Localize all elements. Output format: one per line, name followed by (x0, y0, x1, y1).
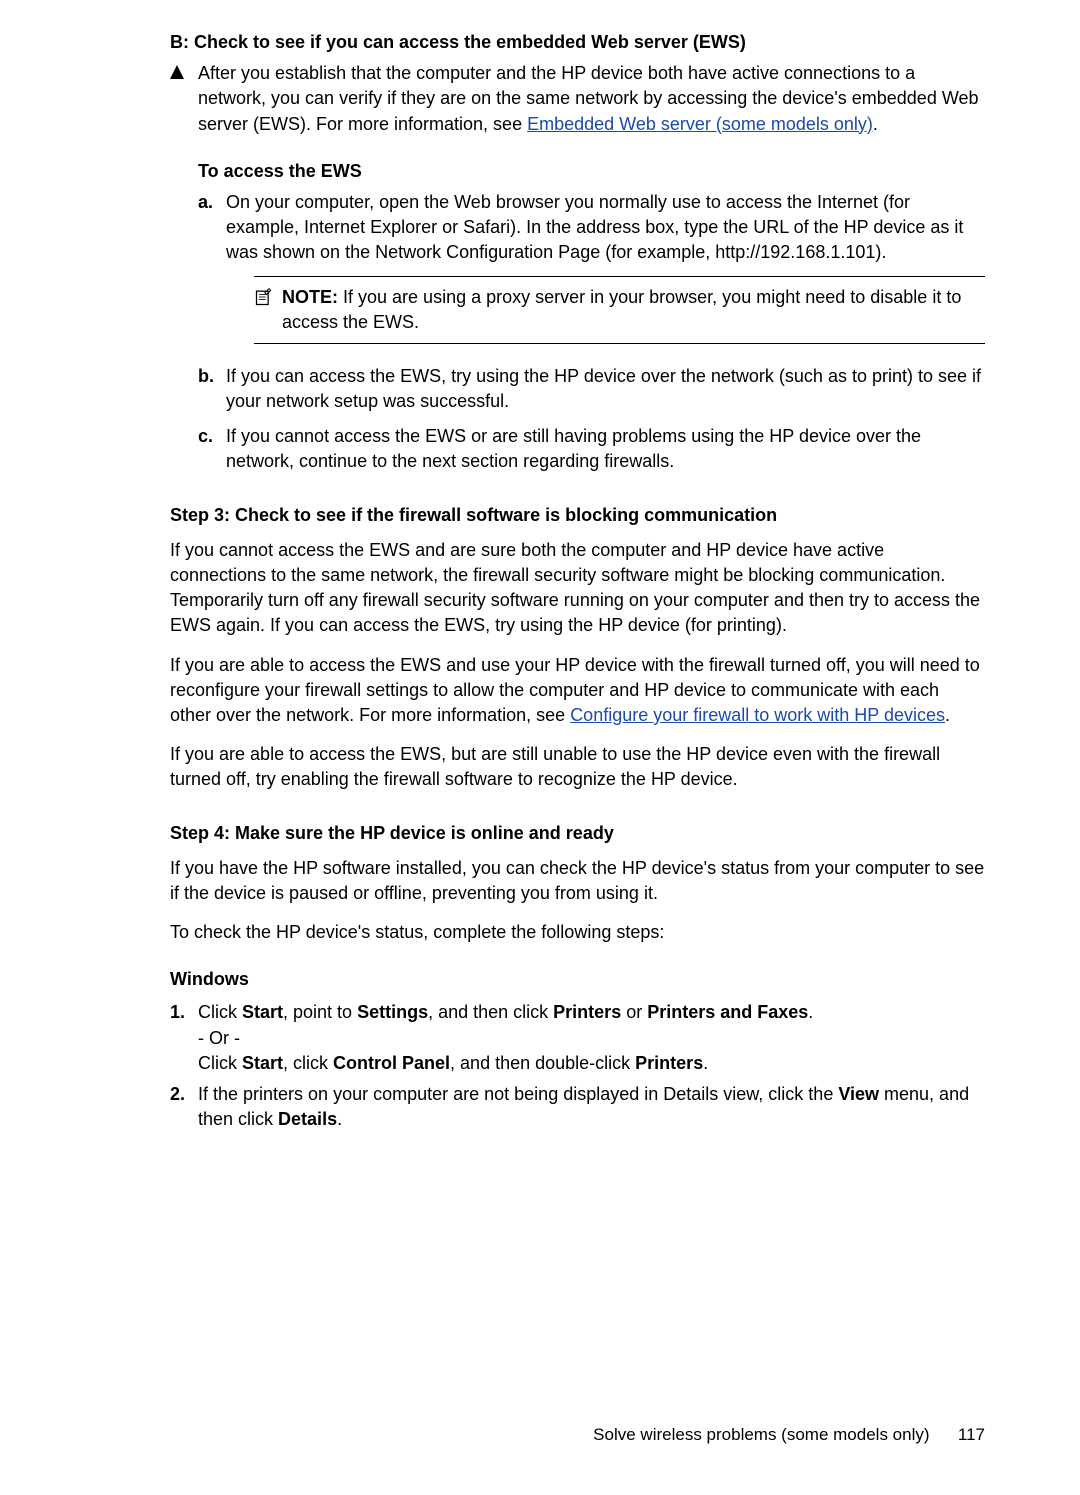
access-ews-list: a. On your computer, open the Web browse… (198, 190, 985, 475)
marker-1: 1. (170, 1000, 198, 1076)
marker-b: b. (198, 364, 226, 414)
note-body: If you are using a proxy server in your … (282, 287, 961, 332)
step3-p2: If you are able to access the EWS and us… (170, 653, 985, 729)
section-b-heading: B: Check to see if you can access the em… (170, 30, 985, 55)
access-ews-a-text: On your computer, open the Web browser y… (226, 190, 985, 266)
section-b-item: After you establish that the computer an… (170, 61, 985, 137)
footer-page: 117 (958, 1425, 985, 1444)
footer-text: Solve wireless problems (some models onl… (593, 1425, 929, 1444)
note-icon (254, 285, 282, 314)
windows-heading: Windows (170, 967, 985, 992)
step3-heading: Step 3: Check to see if the firewall sof… (170, 503, 985, 528)
note-label: NOTE: (282, 287, 338, 307)
windows-item-1-line1: Click Start, point to Settings, and then… (198, 1000, 985, 1025)
note-text: NOTE: If you are using a proxy server in… (282, 285, 985, 335)
marker-a: a. (198, 190, 226, 354)
access-ews-a: a. On your computer, open the Web browse… (198, 190, 985, 354)
marker-2: 2. (170, 1082, 198, 1132)
access-ews-c-text: If you cannot access the EWS or are stil… (226, 424, 985, 474)
section-b-text-2: . (873, 114, 878, 134)
configure-firewall-link[interactable]: Configure your firewall to work with HP … (570, 705, 945, 725)
windows-item-1: 1. Click Start, point to Settings, and t… (170, 1000, 985, 1076)
step4-p2: To check the HP device's status, complet… (170, 920, 985, 945)
step3-p3: If you are able to access the EWS, but a… (170, 742, 985, 792)
windows-list: 1. Click Start, point to Settings, and t… (170, 1000, 985, 1132)
access-ews-b-text: If you can access the EWS, try using the… (226, 364, 985, 414)
section-b-body: After you establish that the computer an… (198, 61, 985, 137)
step4-heading: Step 4: Make sure the HP device is onlin… (170, 821, 985, 846)
access-ews-heading: To access the EWS (198, 159, 985, 184)
ews-link[interactable]: Embedded Web server (some models only) (527, 114, 873, 134)
step3-p1: If you cannot access the EWS and are sur… (170, 538, 985, 639)
windows-item-2: 2. If the printers on your computer are … (170, 1082, 985, 1132)
access-ews-c: c. If you cannot access the EWS or are s… (198, 424, 985, 474)
step3-p2-text-2: . (945, 705, 950, 725)
marker-c: c. (198, 424, 226, 474)
step4-p1: If you have the HP software installed, y… (170, 856, 985, 906)
page-footer: Solve wireless problems (some models onl… (593, 1423, 985, 1447)
access-ews-b: b. If you can access the EWS, try using … (198, 364, 985, 414)
note-box: NOTE: If you are using a proxy server in… (254, 276, 985, 344)
windows-or: - Or - (198, 1026, 985, 1051)
windows-item-2-text: If the printers on your computer are not… (198, 1082, 985, 1132)
triangle-icon (170, 61, 198, 137)
windows-item-1-line2: Click Start, click Control Panel, and th… (198, 1051, 985, 1076)
